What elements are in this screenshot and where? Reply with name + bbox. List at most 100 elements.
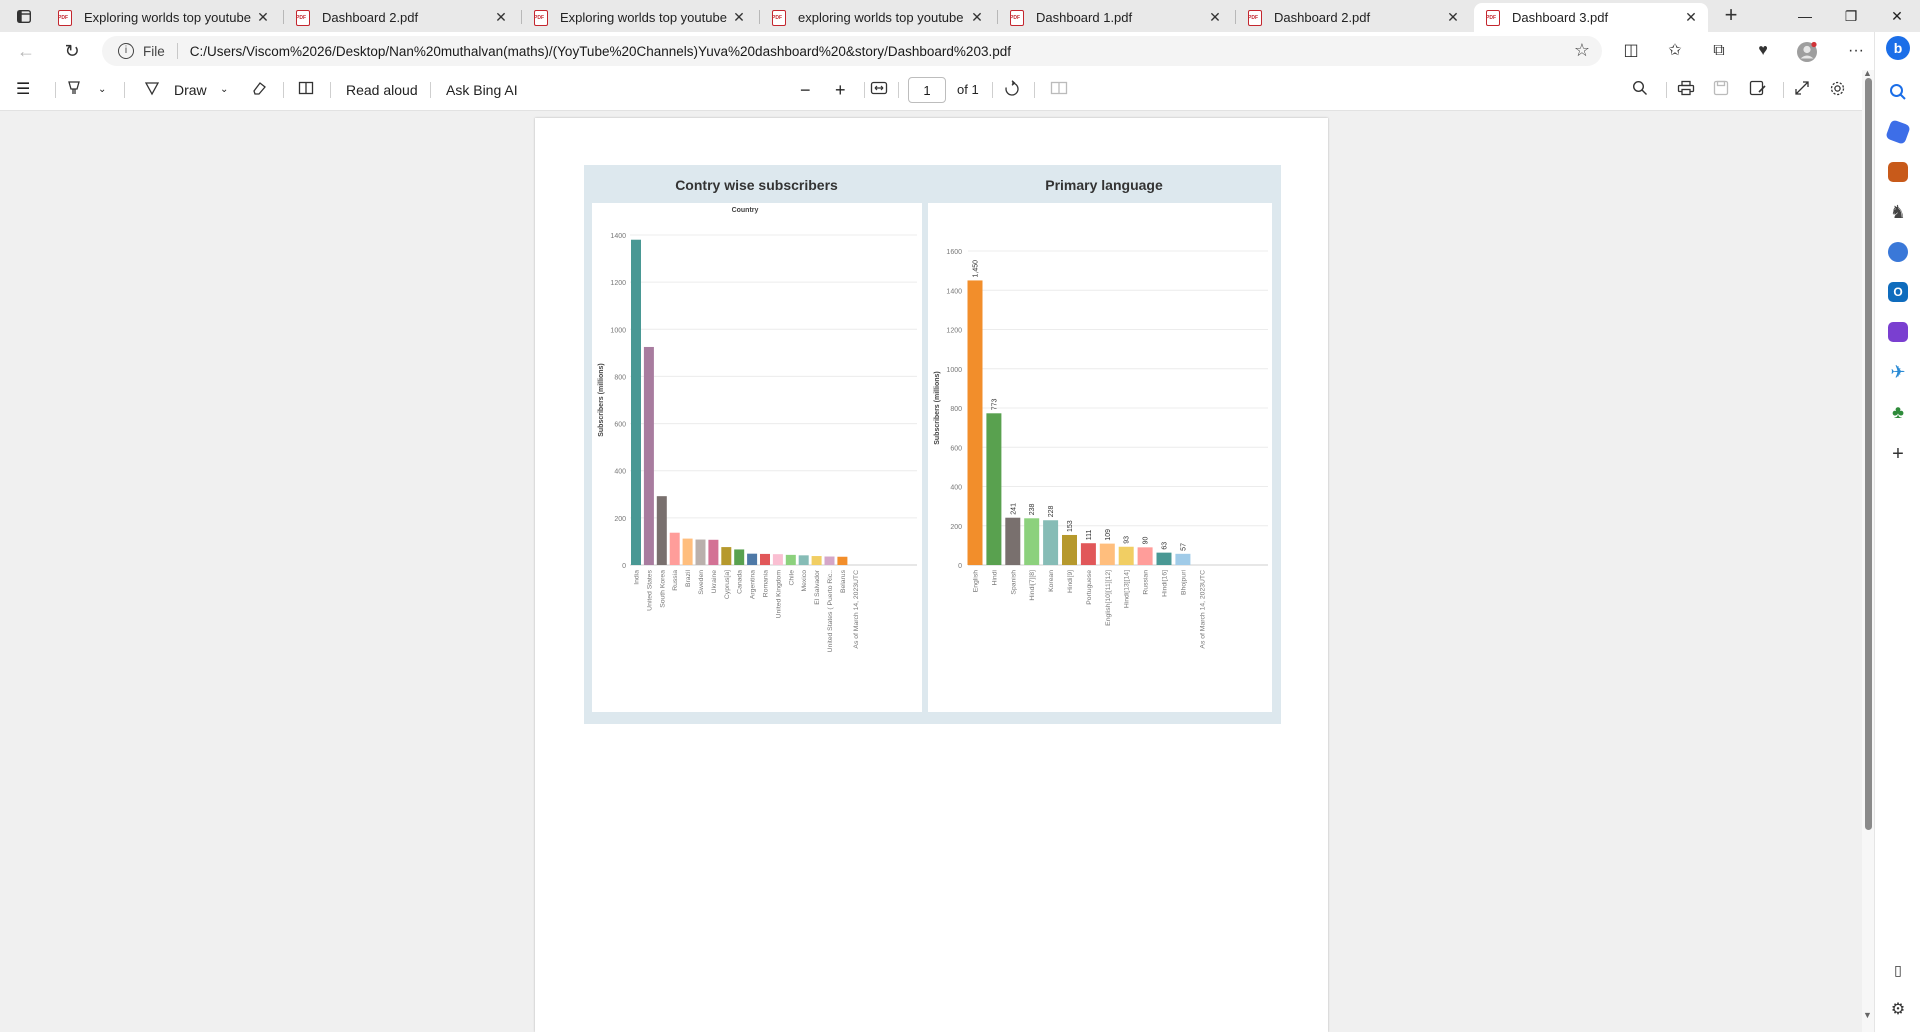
minimize-button[interactable]: — [1782,0,1828,32]
scroll-up-icon[interactable]: ▲ [1863,68,1872,78]
chevron-down-icon[interactable]: ⌄ [98,80,106,100]
page-number-input[interactable]: 1 [908,77,946,103]
send-icon[interactable]: ✈ [1888,362,1908,382]
tab[interactable]: Exploring worlds top youtube ch ✕ [46,3,280,32]
fit-to-width-icon[interactable] [870,80,888,100]
tab[interactable]: Dashboard 2.pdf ✕ [1236,3,1470,32]
fullscreen-icon[interactable] [1794,80,1810,100]
x-tick-label: United States ( Puerto Ric.. [827,570,834,652]
tab[interactable]: Dashboard 2.pdf ✕ [284,3,518,32]
x-tick-label: Portuguese [1086,570,1093,605]
tab-active[interactable]: Dashboard 3.pdf ✕ [1474,3,1708,32]
rotate-icon[interactable] [1003,80,1021,100]
x-tick-label: Romania [763,570,770,597]
x-tick-label: English [973,570,980,593]
pdf-viewer[interactable]: Contry wise subscribers Primary language… [0,111,1862,1032]
zoom-in-button[interactable]: + [835,80,846,100]
split-screen-icon[interactable]: ◫ [1620,41,1642,61]
outlook-icon[interactable]: O [1888,282,1908,302]
dashboard: Contry wise subscribers Primary language… [584,165,1281,724]
bar [967,280,983,565]
draw-icon[interactable] [144,80,160,100]
url-text[interactable]: C:/Users/Viscom%2026/Desktop/Nan%20mutha… [190,44,1011,59]
pdf-toolbar: ☰ ⌄ Draw ⌄ Read aloud Ask Bing AI − + 1 … [0,70,1920,111]
bar [798,555,809,565]
data-label: 228 [1048,505,1055,517]
chevron-down-icon[interactable]: ⌄ [220,80,228,100]
refresh-button[interactable]: ↻ [60,40,84,62]
extensions-icon[interactable]: ♥ [1752,41,1774,61]
print-icon[interactable] [1677,80,1695,100]
collections-icon[interactable]: ⧉ [1708,41,1730,61]
close-tab-icon[interactable]: ✕ [966,9,988,26]
x-tick-label: Sweden [698,570,705,595]
draw-button[interactable]: Draw [174,80,207,100]
chart-subtitle: Country [732,207,759,214]
close-window-button[interactable]: ✕ [1874,0,1920,32]
save-as-icon[interactable] [1749,80,1767,100]
y-tick-label: 400 [614,469,626,476]
tab[interactable]: exploring worlds top youtube ch ✕ [760,3,994,32]
eraser-icon[interactable] [251,80,267,100]
tab-actions-icon[interactable] [12,6,36,26]
close-tab-icon[interactable]: ✕ [1204,9,1226,26]
games-chess-icon[interactable]: ♞ [1888,202,1908,222]
pdf-page: Contry wise subscribers Primary language… [535,118,1328,1032]
address-bar[interactable]: i File C:/Users/Viscom%2026/Desktop/Nan%… [102,36,1602,66]
scrollbar-thumb[interactable] [1865,78,1872,830]
data-label: 63 [1162,542,1169,550]
designer-icon[interactable] [1888,322,1908,342]
close-tab-icon[interactable]: ✕ [728,9,750,26]
microsoft-365-icon[interactable] [1888,242,1908,262]
close-tab-icon[interactable]: ✕ [490,9,512,26]
search-icon[interactable] [1632,80,1648,100]
scroll-down-icon[interactable]: ▼ [1863,1010,1872,1020]
x-tick-label: Ukraine [711,570,718,594]
x-tick-label: Hindi[16] [1162,570,1169,597]
x-tick-label: As of March 14, 2023UTC [853,570,860,649]
save-icon[interactable] [1713,80,1729,100]
favorites-icon[interactable]: ✩ [1664,41,1686,61]
bar [1080,543,1096,565]
highlight-icon[interactable] [66,80,82,100]
sidebar-settings-gear-icon[interactable]: ⚙ [1888,1000,1908,1020]
shopping-tag-icon[interactable] [1885,119,1911,145]
search-icon[interactable] [1888,82,1908,102]
contents-icon[interactable]: ☰ [16,80,30,100]
two-page-icon[interactable] [1050,80,1068,100]
x-tick-label: India [634,570,641,585]
y-tick-label: 600 [950,445,962,452]
y-tick-label: 600 [614,422,626,429]
tab[interactable]: Dashboard 1.pdf ✕ [998,3,1232,32]
bar [643,346,654,565]
data-label: 153 [1067,520,1074,532]
tree-icon[interactable]: ♣ [1888,402,1908,422]
copilot-icon[interactable]: b [1886,36,1910,60]
back-button[interactable]: ← [14,40,38,62]
favorite-star-icon[interactable]: ☆ [1574,40,1590,61]
tab-title: Dashboard 1.pdf [1036,10,1133,25]
x-tick-label: South Korea [659,570,666,608]
pdf-settings-gear-icon[interactable] [1829,80,1846,100]
right-chart-panel: 0 200 400 600 800 1000 1200 1400 1600 Subscribers… [928,203,1272,712]
hide-sidebar-icon[interactable]: ▯ [1888,960,1908,980]
vertical-scrollbar[interactable]: ▲ ▼ [1862,68,1874,1032]
x-tick-label: Russia [672,570,679,591]
right-chart-title: Primary language [1045,177,1163,193]
close-tab-icon[interactable]: ✕ [1442,9,1464,26]
add-sidebar-app-icon[interactable]: + [1888,444,1908,464]
ask-ai-button[interactable]: Ask Bing AI [446,80,518,100]
read-aloud-button[interactable]: Read aloud [346,80,418,100]
restore-button[interactable]: ❐ [1828,0,1874,32]
new-tab-button[interactable]: + [1717,4,1745,28]
settings-more-icon[interactable]: ··· [1845,41,1867,61]
zoom-out-button[interactable]: − [800,80,811,100]
profile-icon[interactable] [1796,41,1818,62]
bar [682,538,693,565]
tools-briefcase-icon[interactable] [1888,162,1908,182]
page-view-icon[interactable] [298,80,314,100]
info-icon[interactable]: i [118,43,134,59]
tab[interactable]: Exploring worlds top youtube ch ✕ [522,3,756,32]
close-tab-icon[interactable]: ✕ [252,9,274,26]
close-tab-icon[interactable]: ✕ [1680,9,1702,26]
